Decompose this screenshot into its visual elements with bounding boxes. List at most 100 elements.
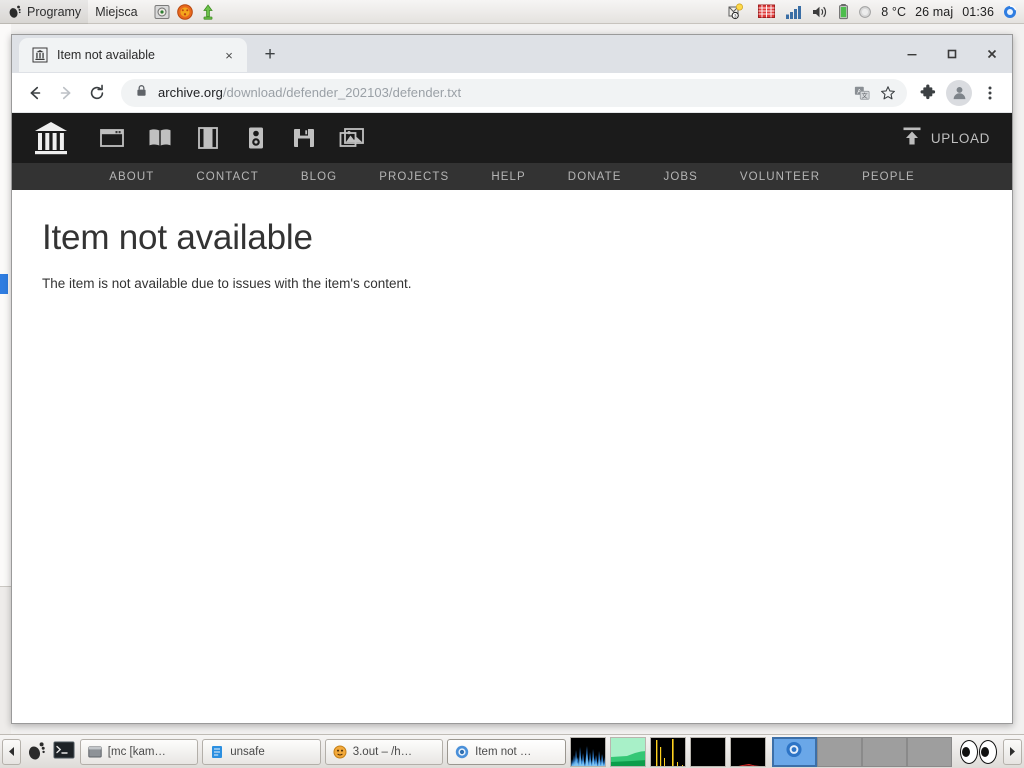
cpu-monitor[interactable] xyxy=(570,737,606,767)
weather-icon xyxy=(858,2,872,22)
terminal-launcher-icon[interactable] xyxy=(53,740,76,764)
archive-org-nav: ABOUT CONTACT BLOG PROJECTS HELP DONATE … xyxy=(12,163,1012,190)
task-button-mc[interactable]: [mc [kam… xyxy=(80,739,198,765)
browser-tab[interactable]: Item not available × xyxy=(19,38,247,72)
nav-item-projects[interactable]: PROJECTS xyxy=(358,171,470,183)
audio-icon[interactable] xyxy=(242,124,270,152)
address-bar[interactable]: archive.org/download/defender_202103/def… xyxy=(121,79,907,107)
reload-button[interactable] xyxy=(82,78,112,108)
temperature-label: 8 °C xyxy=(881,5,906,19)
workspace-switcher xyxy=(772,737,952,767)
upload-arrow-icon xyxy=(900,124,924,153)
task-button-unsafe[interactable]: unsafe xyxy=(202,739,320,765)
applications-menu[interactable]: Programy xyxy=(0,0,88,24)
terminal-launcher-icon[interactable] xyxy=(153,3,171,21)
url-domain: archive.org xyxy=(158,85,223,100)
top-panel: Programy Miejsca xyxy=(0,0,1024,24)
taskbar: [mc [kam… unsafe xyxy=(0,734,1024,768)
show-desktop-button[interactable] xyxy=(2,739,21,765)
desktop: Programy Miejsca xyxy=(0,0,1024,768)
task-button-chrome[interactable]: Item not … xyxy=(447,739,565,765)
memory-monitor[interactable] xyxy=(610,737,646,767)
web-icon[interactable] xyxy=(98,124,126,152)
session-indicator-icon[interactable] xyxy=(1003,2,1017,22)
background-window-tab-sliver xyxy=(0,274,8,294)
taskbar-expand-button[interactable] xyxy=(1003,739,1022,765)
star-icon[interactable] xyxy=(875,80,901,106)
page-title: Item not available xyxy=(42,218,1012,258)
page-viewport: UPLOAD ABOUT CONTACT BLOG PROJECTS HELP … xyxy=(12,113,1012,723)
tab-strip: Item not available × + xyxy=(12,35,1012,73)
page-description: The item is not available due to issues … xyxy=(42,276,1012,291)
maximize-button[interactable] xyxy=(932,35,972,73)
left-eye-icon xyxy=(960,740,978,764)
nav-item-blog[interactable]: BLOG xyxy=(280,171,358,183)
terminal-window-icon xyxy=(88,745,102,759)
software-icon[interactable] xyxy=(290,124,318,152)
url-path: /download/defender_202103/defender.txt xyxy=(223,85,461,100)
chrome-browser-window: Item not available × + xyxy=(11,34,1013,724)
signal-strength-icon[interactable] xyxy=(785,2,802,22)
network-monitor[interactable] xyxy=(650,737,686,767)
nav-item-about[interactable]: ABOUT xyxy=(88,171,175,183)
extensions-button[interactable] xyxy=(914,79,942,107)
video-icon[interactable] xyxy=(194,124,222,152)
date-label[interactable]: 26 maj xyxy=(915,5,953,19)
time-label[interactable]: 01:36 xyxy=(962,5,994,19)
svg-text:文: 文 xyxy=(862,91,869,99)
three-dot-menu-button[interactable] xyxy=(976,79,1004,107)
applications-menu-label: Programy xyxy=(27,5,81,19)
close-window-button[interactable] xyxy=(972,35,1012,73)
task-button-3out[interactable]: 3.out – /h… xyxy=(325,739,443,765)
mail-notification-icon[interactable]: 3 xyxy=(727,2,748,22)
xeyes-widget[interactable] xyxy=(960,739,997,765)
network-icon[interactable] xyxy=(757,2,776,22)
url-text: archive.org/download/defender_202103/def… xyxy=(158,85,849,100)
volume-icon[interactable] xyxy=(811,2,829,22)
nav-item-people[interactable]: PEOPLE xyxy=(841,171,936,183)
places-menu[interactable]: Miejsca xyxy=(88,0,144,24)
firefox-launcher-icon[interactable] xyxy=(176,3,194,21)
nav-item-help[interactable]: HELP xyxy=(470,171,546,183)
panel-launchers xyxy=(153,3,217,21)
updates-launcher-icon[interactable] xyxy=(199,3,217,21)
task-label: [mc [kam… xyxy=(108,746,166,758)
workspace-3[interactable] xyxy=(862,737,907,767)
chrome-thumbnail-icon xyxy=(786,741,803,758)
nav-item-donate[interactable]: DONATE xyxy=(547,171,643,183)
task-label: Item not … xyxy=(475,746,531,758)
task-label: unsafe xyxy=(230,746,265,758)
profile-avatar-button[interactable] xyxy=(946,80,972,106)
lock-icon[interactable] xyxy=(135,84,148,102)
minimize-button[interactable] xyxy=(892,35,932,73)
disk-monitor[interactable] xyxy=(730,737,766,767)
workspace-2[interactable] xyxy=(817,737,862,767)
images-icon[interactable] xyxy=(338,124,366,152)
text-editor-icon xyxy=(210,745,224,759)
forward-button[interactable] xyxy=(51,78,81,108)
tab-close-icon[interactable]: × xyxy=(221,47,237,63)
workspace-1[interactable] xyxy=(772,737,817,767)
nav-item-contact[interactable]: CONTACT xyxy=(175,171,279,183)
nav-item-volunteer[interactable]: VOLUNTEER xyxy=(719,171,841,183)
swap-monitor[interactable] xyxy=(690,737,726,767)
battery-icon[interactable] xyxy=(838,2,849,22)
places-menu-label: Miejsca xyxy=(95,5,137,19)
upload-label: UPLOAD xyxy=(931,131,990,146)
workspace-4[interactable] xyxy=(907,737,952,767)
archive-org-logo[interactable] xyxy=(30,120,72,156)
texts-icon[interactable] xyxy=(146,124,174,152)
browser-toolbar: archive.org/download/defender_202103/def… xyxy=(12,73,1012,113)
archive-org-header: UPLOAD xyxy=(12,113,1012,163)
media-type-icons xyxy=(98,124,366,152)
gnome-foot-launcher-icon[interactable] xyxy=(25,740,48,764)
translate-icon[interactable]: A 文 xyxy=(849,80,875,106)
nav-item-jobs[interactable]: JOBS xyxy=(642,171,718,183)
tab-title: Item not available xyxy=(57,48,212,62)
page-content: Item not available The item is not avail… xyxy=(12,190,1012,723)
upload-button[interactable]: UPLOAD xyxy=(900,124,990,153)
window-controls xyxy=(892,35,1012,73)
chrome-icon xyxy=(455,745,469,759)
new-tab-button[interactable]: + xyxy=(256,41,284,69)
back-button[interactable] xyxy=(20,78,50,108)
